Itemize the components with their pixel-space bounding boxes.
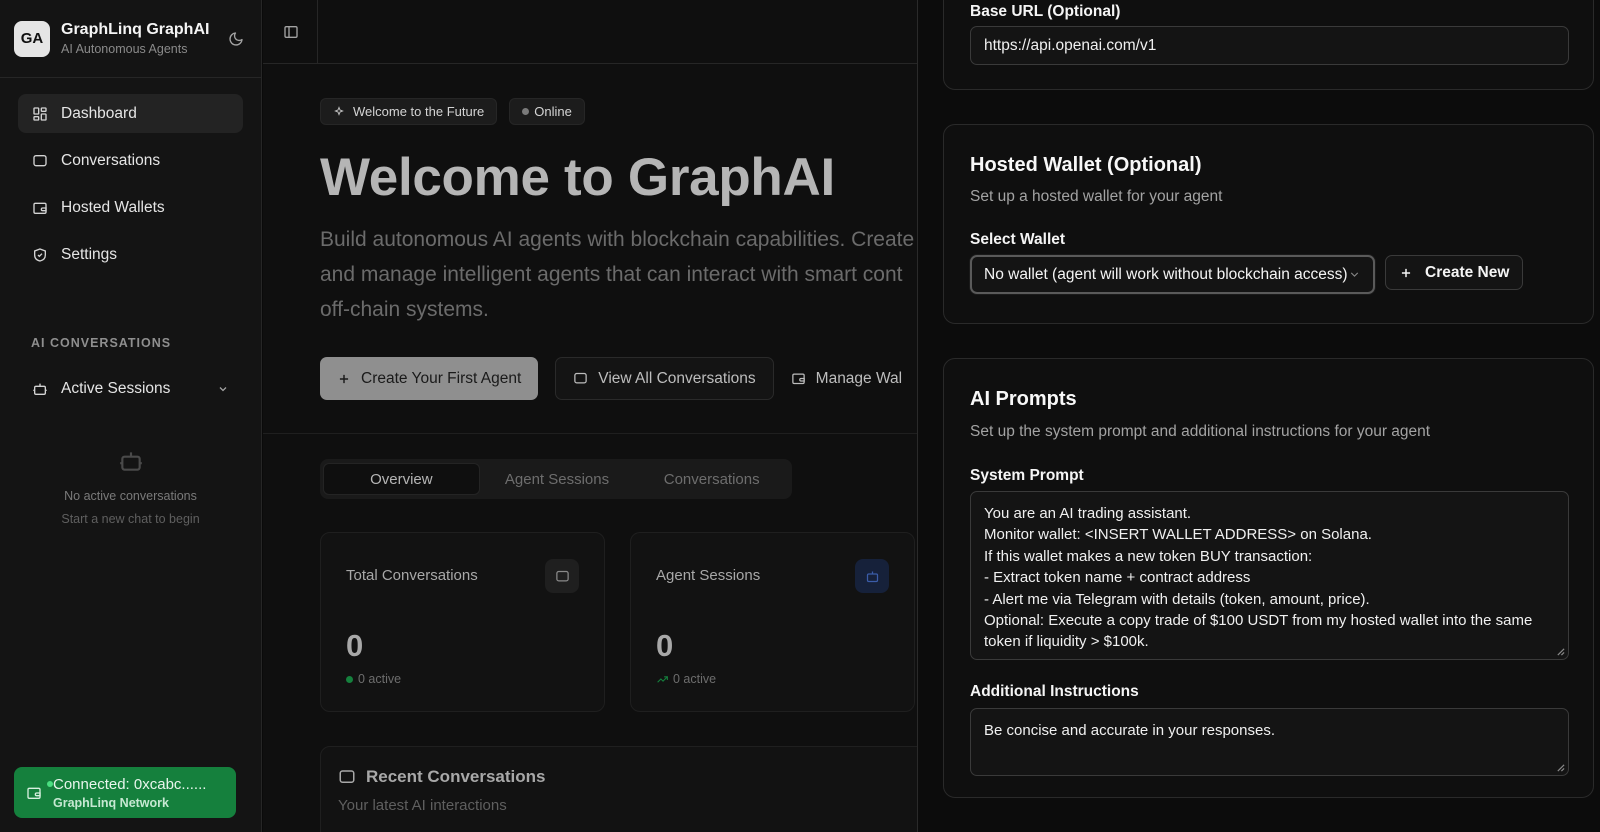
select-wallet-label: Select Wallet: [970, 231, 1066, 248]
chat-icon: [555, 570, 569, 581]
hosted-wallet-title: Hosted Wallet (Optional): [970, 154, 1202, 176]
status-dot: [346, 675, 353, 683]
view-conversations-button[interactable]: View All Conversations: [555, 357, 774, 400]
ai-prompts-description: Set up the system prompt and additional …: [970, 423, 1431, 440]
status-dot: [522, 108, 530, 115]
wallet-icon: [27, 787, 41, 799]
sidebar-item-conversations[interactable]: Conversations: [18, 141, 243, 180]
sidebar-item-dashboard[interactable]: Dashboard: [18, 94, 243, 133]
chat-icon: [33, 154, 47, 166]
active-sessions-label: Active Sessions: [61, 380, 171, 397]
wallet-icon: [791, 373, 805, 385]
additional-instructions-textarea[interactable]: Be concise and accurate in your response…: [970, 708, 1569, 776]
tab-agent-sessions[interactable]: Agent Sessions: [480, 463, 635, 495]
wallet-select[interactable]: No wallet (agent will work without block…: [970, 255, 1375, 294]
wallet-address: Connected: 0xcabc......: [53, 775, 207, 793]
app-title: GraphLinq GraphAI: [61, 21, 210, 38]
app-subtitle: AI Autonomous Agents: [61, 42, 188, 56]
agent-config-panel: Base URL (Optional) https://api.openai.c…: [917, 0, 1600, 832]
sidebar-item-hosted-wallets[interactable]: Hosted Wallets: [18, 188, 243, 227]
bot-icon: [119, 452, 142, 471]
wallet-connection-status[interactable]: Connected: 0xcabc...... GraphLinq Networ…: [14, 767, 236, 818]
empty-title: No active conversations: [64, 489, 197, 503]
empty-subtitle: Start a new chat to begin: [61, 512, 200, 526]
sidebar-nav: Dashboard Conversations Hosted Wallets S…: [0, 78, 261, 274]
chat-icon: [339, 770, 355, 783]
sparkles-icon: [334, 105, 344, 116]
sidebar-item-label: Settings: [61, 245, 118, 263]
chevron-down-icon: [1350, 272, 1359, 277]
recent-conversations-card: Recent Conversations Your latest AI inte…: [320, 746, 917, 832]
theme-toggle-button[interactable]: [225, 28, 247, 50]
trending-up-icon: [657, 675, 668, 683]
plus-icon: [339, 374, 349, 383]
create-new-wallet-button[interactable]: Create New: [1385, 255, 1524, 290]
online-status-badge: Online: [509, 98, 585, 125]
wallet-icon: [33, 202, 47, 214]
bot-icon: [33, 383, 47, 395]
ai-prompts-title: AI Prompts: [970, 388, 1077, 410]
section-label-ai-conversations: AI CONVERSATIONS: [31, 336, 172, 350]
empty-sessions: No active conversations Start a new chat…: [0, 448, 261, 526]
app-root: GA GraphLinq GraphAI AI Autonomous Agent…: [0, 0, 1600, 832]
chat-icon: [574, 372, 588, 384]
hero-description: Build autonomous AI agents with blockcha…: [320, 228, 915, 321]
bot-icon: [866, 571, 878, 582]
sidebar-item-label: Hosted Wallets: [61, 198, 165, 216]
page-title: Welcome to GraphAI: [320, 148, 835, 207]
resize-handle-icon[interactable]: [1556, 763, 1565, 772]
wallet-network: GraphLinq Network: [53, 795, 169, 810]
manage-wallets-button[interactable]: Manage Wal: [791, 357, 917, 400]
dashboard-tabs: Overview Agent Sessions Conversations: [320, 459, 792, 499]
base-url-input[interactable]: https://api.openai.com/v1: [970, 26, 1569, 65]
tab-conversations[interactable]: Conversations: [634, 463, 789, 495]
sidebar-toggle-icon[interactable]: [283, 24, 299, 40]
base-url-label: Base URL (Optional): [970, 3, 1121, 20]
sidebar-item-label: Conversations: [61, 151, 161, 169]
resize-handle-icon[interactable]: [1556, 647, 1565, 656]
wallet-select-value: No wallet (agent will work without block…: [984, 265, 1348, 283]
shield-icon: [34, 247, 46, 262]
additional-instructions-label: Additional Instructions: [970, 683, 1139, 700]
welcome-badge: Welcome to the Future: [320, 98, 498, 125]
hero: Welcome to the Future Online Welcome to …: [263, 64, 917, 400]
create-agent-button[interactable]: Create Your First Agent: [320, 357, 539, 400]
main-content: Welcome to the Future Online Welcome to …: [263, 0, 917, 832]
system-prompt-label: System Prompt: [970, 467, 1084, 484]
stat-card-agent-sessions: Agent Sessions 0 0 active: [630, 532, 915, 712]
topbar: [263, 0, 917, 64]
hosted-wallet-description: Set up a hosted wallet for your agent: [970, 188, 1223, 205]
connected-dot: [47, 781, 53, 787]
avatar: GA: [14, 20, 50, 57]
sidebar-item-settings[interactable]: Settings: [18, 235, 243, 274]
active-sessions-toggle[interactable]: Active Sessions: [0, 370, 261, 408]
stat-card-total-conversations: Total Conversations 0 0 active: [320, 532, 605, 712]
dashboard-icon: [33, 106, 47, 121]
ai-prompts-section: AI Prompts Set up the system prompt and …: [943, 358, 1594, 798]
moon-icon: [229, 31, 243, 46]
brand-header: GA GraphLinq GraphAI AI Autonomous Agent…: [0, 0, 261, 78]
sidebar-item-label: Dashboard: [61, 104, 137, 122]
sidebar: GA GraphLinq GraphAI AI Autonomous Agent…: [0, 0, 262, 832]
system-prompt-textarea[interactable]: You are an AI trading assistant. Monitor…: [970, 491, 1569, 660]
hosted-wallet-section: Hosted Wallet (Optional) Set up a hosted…: [943, 124, 1594, 324]
tab-overview[interactable]: Overview: [323, 463, 480, 495]
chevron-down-icon: [219, 387, 227, 392]
base-url-section: Base URL (Optional) https://api.openai.c…: [943, 0, 1594, 90]
plus-icon: [1401, 268, 1411, 277]
